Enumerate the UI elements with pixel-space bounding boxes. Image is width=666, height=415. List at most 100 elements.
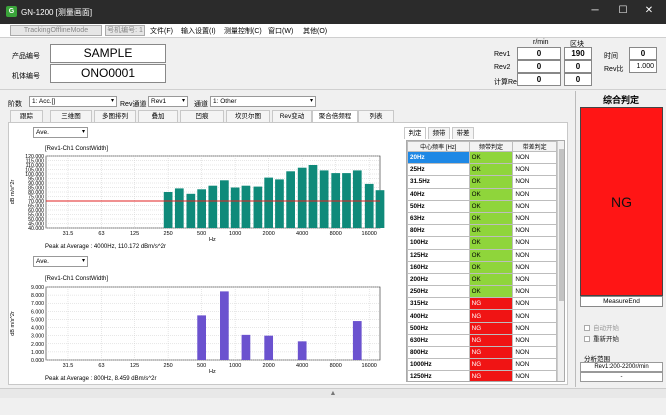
restart-checkbox[interactable]: 重新开始 <box>584 333 619 343</box>
table-scrollbar[interactable] <box>557 141 564 381</box>
y-tick-label: 5.000 <box>31 317 44 323</box>
judge-table-row[interactable]: 630Hz NG NON <box>407 333 557 348</box>
chart-bar <box>286 171 295 228</box>
menu-input-settings[interactable]: 输入设置(I) <box>181 26 216 36</box>
chart-bar <box>220 180 229 228</box>
body-number-field[interactable]: ONO0001 <box>50 64 166 83</box>
menu-other[interactable]: 其他(O) <box>303 26 327 36</box>
center-freq-cell: 630Hz <box>407 333 470 348</box>
rev1-rmin-value: 0 <box>517 47 561 60</box>
top-ave-select[interactable]: Ave. ▾ <box>33 127 88 138</box>
tab-rev-change[interactable]: Rev变动 <box>272 110 312 122</box>
judge-table-row[interactable]: 50Hz OK NON <box>407 199 557 213</box>
chart-bar <box>220 291 229 360</box>
judge-table-row[interactable]: 800Hz NG NON <box>407 345 557 360</box>
x-axis-label: Hz <box>209 237 216 243</box>
judge-table-row[interactable]: 200Hz OK NON <box>407 272 557 287</box>
chart-bar <box>197 315 206 360</box>
tab-dent[interactable]: 凹痕 <box>180 110 224 122</box>
chart-bar <box>264 177 274 228</box>
minimize-button[interactable]: ─ <box>584 4 606 18</box>
y-tick-label: 3.000 <box>31 334 44 340</box>
menu-file[interactable]: 文件(F) <box>150 26 173 36</box>
diff-judge-cell: NON <box>512 224 557 238</box>
chevron-down-icon: ▾ <box>81 258 85 264</box>
x-tick-label: 2000 <box>263 231 275 237</box>
band-judge-cell: NG <box>468 333 514 348</box>
center-freq-cell: 1000Hz <box>407 358 470 372</box>
checkbox-icon <box>584 325 590 332</box>
judge-table-row[interactable]: 40Hz OK NON <box>407 187 557 201</box>
menu-bar: TrackingOfflineMode 号机编号: 1 文件(F) 输入设置(I… <box>0 24 666 38</box>
tracking-mode-button[interactable]: TrackingOfflineMode <box>10 25 102 36</box>
tab-list[interactable]: 列表 <box>358 110 394 122</box>
product-number-field[interactable]: SAMPLE <box>50 44 166 63</box>
tab-band-diff[interactable]: 带差 <box>452 127 474 139</box>
center-freq-cell: 100Hz <box>407 236 470 250</box>
diff-judge-cell: NON <box>512 175 557 189</box>
auto-start-checkbox[interactable]: 自动开始 <box>584 322 619 332</box>
tab-3d[interactable]: 三维图 <box>50 110 92 122</box>
x-tick-label: 8000 <box>330 363 342 369</box>
rev-channel-select[interactable]: Rev1 ▾ <box>148 96 188 107</box>
menu-window[interactable]: 窗口(W) <box>268 26 293 36</box>
bottom-ave-select[interactable]: Ave. ▾ <box>33 256 88 267</box>
judge-table-row[interactable]: 250Hz OK NON <box>407 285 557 299</box>
judge-table-row[interactable]: 80Hz OK NON <box>407 224 557 238</box>
judge-table-row[interactable]: 315Hz NG NON <box>407 297 557 311</box>
menu-measure-control[interactable]: 测量控制(C) <box>224 26 262 36</box>
band-judge-cell: NG <box>468 370 514 381</box>
diff-judge-cell: NON <box>512 272 557 287</box>
tab-campbell[interactable]: 坎贝尔图 <box>226 110 270 122</box>
x-tick-label: 2000 <box>263 363 275 369</box>
center-freq-cell: 25Hz <box>407 163 470 177</box>
chart-bar <box>186 193 196 228</box>
tab-tracking[interactable]: 跟踪 <box>10 110 43 122</box>
judge-table-row[interactable]: 160Hz OK NON <box>407 260 557 274</box>
y-tick-label: 40.000 <box>28 226 44 232</box>
app-icon: G <box>6 6 17 17</box>
center-freq-cell: 125Hz <box>407 248 470 262</box>
judge-table-row[interactable]: 1000Hz NG NON <box>407 358 557 372</box>
panel-splitter[interactable]: ▲ <box>0 388 666 398</box>
judge-table-row[interactable]: 25Hz OK NON <box>407 163 557 177</box>
info-panel: 产品编号 SAMPLE 机体编号 ONO0001 r/min 区块 Rev1 0… <box>0 38 666 90</box>
tab-judge[interactable]: 判定 <box>404 127 426 139</box>
chart-bar <box>297 167 307 228</box>
diff-judge-cell: NON <box>512 199 557 213</box>
stage-select[interactable]: 1: Acc.[] ▾ <box>29 96 117 107</box>
y-tick-label: 2.000 <box>31 342 44 348</box>
x-tick-label: 500 <box>197 363 206 369</box>
maximize-button[interactable]: ☐ <box>612 4 634 18</box>
checkbox-icon <box>584 336 590 343</box>
chart-bar <box>352 321 362 360</box>
judge-table-row[interactable]: 500Hz NG NON <box>407 321 557 335</box>
center-freq-cell: 40Hz <box>407 187 470 201</box>
tab-octave[interactable]: 聚合倍频程 <box>312 110 358 122</box>
diff-judge-cell: NON <box>512 333 557 348</box>
tab-band[interactable]: 频带 <box>428 127 450 139</box>
x-tick-label: 63 <box>98 231 104 237</box>
scrollbar-thumb[interactable] <box>559 149 564 301</box>
close-button[interactable]: ✕ <box>638 4 660 18</box>
header-band-judge: 频带判定 <box>468 141 514 152</box>
tab-overlay[interactable]: 叠加 <box>138 110 178 122</box>
machine-number-button[interactable]: 号机编号: 1 <box>105 25 145 36</box>
y-tick-label: 9.000 <box>31 285 44 291</box>
judge-table-row[interactable]: 1250Hz NG NON <box>407 370 557 381</box>
judge-table-row[interactable]: 31.5Hz OK NON <box>407 175 557 189</box>
judge-table-row[interactable]: 20Hz OK NON <box>407 150 557 165</box>
judge-table-row[interactable]: 63Hz OK NON <box>407 211 557 226</box>
judge-table-row[interactable]: 100Hz OK NON <box>407 236 557 250</box>
x-tick-label: 16000 <box>362 231 377 237</box>
channel-select[interactable]: 1: Other ▾ <box>210 96 316 107</box>
judge-table-row[interactable]: 125Hz OK NON <box>407 248 557 262</box>
chevron-down-icon: ▾ <box>181 98 185 104</box>
diff-judge-cell: NON <box>512 236 557 250</box>
x-tick-label: 125 <box>130 363 139 369</box>
rev-channel-label: Rev通道 <box>120 101 147 108</box>
judge-table-row[interactable]: 400Hz NG NON <box>407 309 557 323</box>
center-freq-cell: 500Hz <box>407 321 470 335</box>
tab-multi[interactable]: 多图排列 <box>94 110 136 122</box>
judgement-panel: 综合判定 NG MeasureEnd 自动开始 重新开始 分析范围 Rev1:2… <box>575 91 665 387</box>
